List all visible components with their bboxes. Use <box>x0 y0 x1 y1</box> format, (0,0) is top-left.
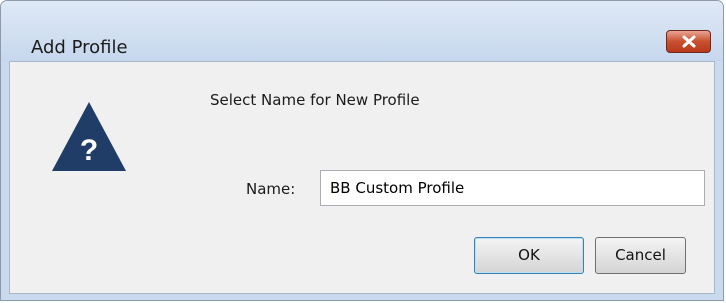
name-label: Name: <box>246 180 296 198</box>
title-bar[interactable]: Add Profile <box>1 1 723 61</box>
ok-button[interactable]: OK <box>474 237 584 274</box>
dialog-message: Select Name for New Profile <box>210 91 420 109</box>
close-button[interactable] <box>666 30 711 53</box>
question-icon: ? <box>52 102 126 171</box>
profile-name-input[interactable] <box>320 170 705 206</box>
cancel-button[interactable]: Cancel <box>595 237 686 274</box>
window-title: Add Profile <box>31 37 128 58</box>
svg-text:?: ? <box>80 134 98 167</box>
add-profile-dialog: Add Profile ? Select Name for New Profil… <box>0 0 724 301</box>
dialog-body: ? Select Name for New Profile Name: OK C… <box>9 61 715 294</box>
close-icon <box>682 35 696 48</box>
